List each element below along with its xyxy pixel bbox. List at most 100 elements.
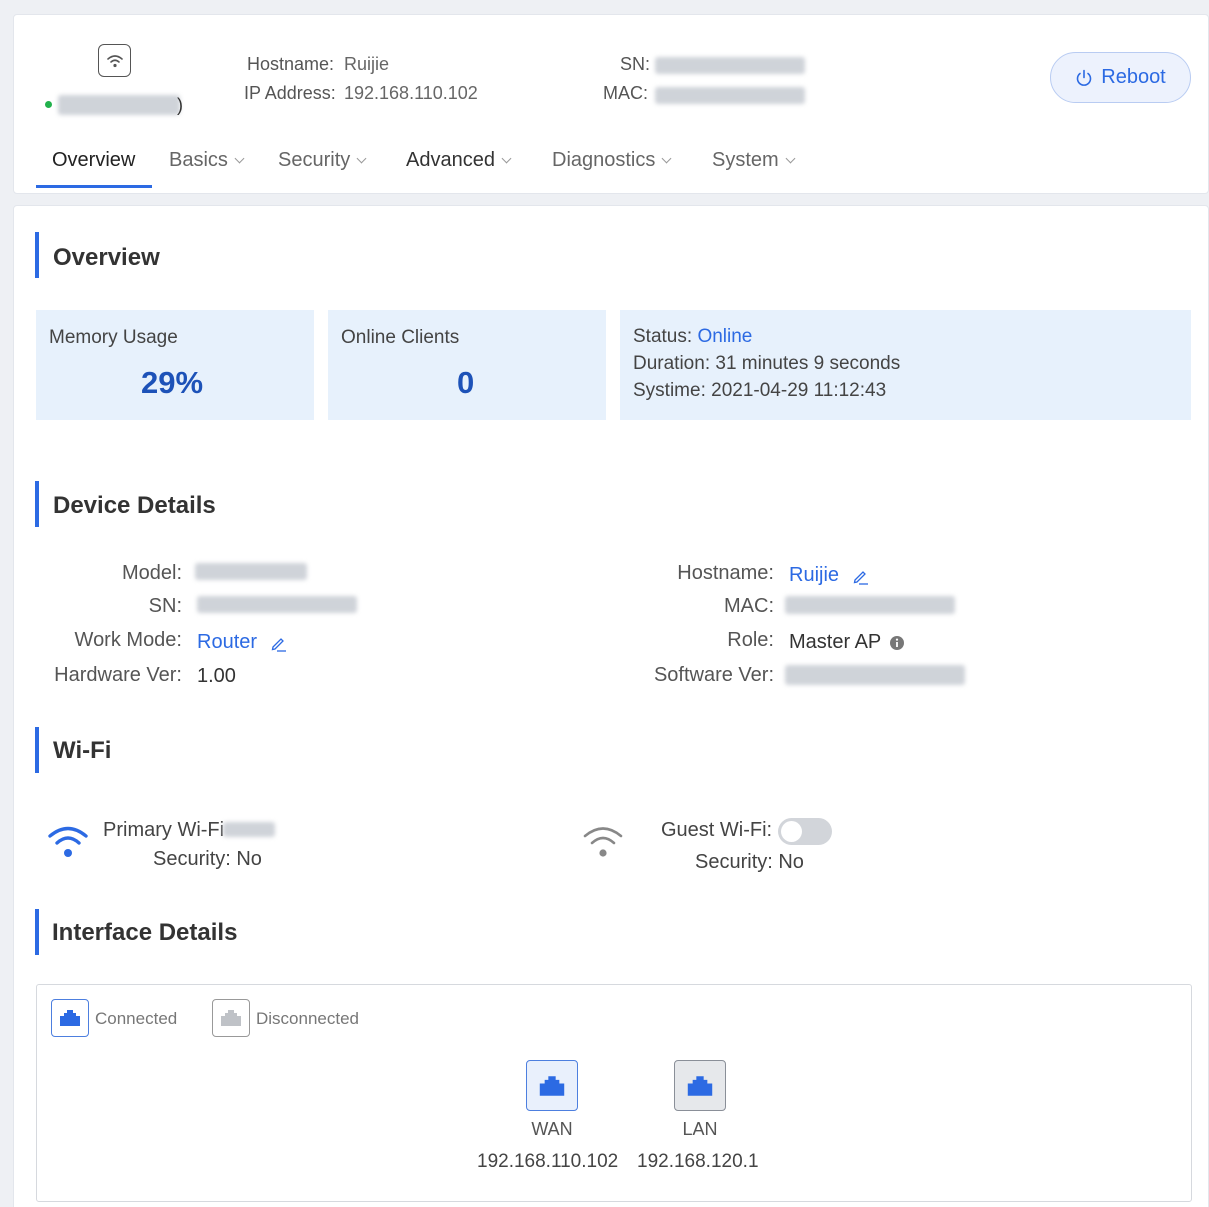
status-value: Online bbox=[697, 326, 753, 347]
header-ip-value: 192.168.110.102 bbox=[344, 83, 478, 103]
status-card: Status: Online Duration: 31 minutes 9 se… bbox=[620, 310, 1191, 420]
lan-port-ip: 192.168.120.1 bbox=[637, 1151, 759, 1172]
wan-port[interactable] bbox=[526, 1060, 578, 1111]
online-clients-card: Online Clients 0 bbox=[328, 310, 606, 420]
info-icon[interactable] bbox=[889, 635, 905, 651]
memory-usage-label: Memory Usage bbox=[49, 327, 178, 348]
primary-wifi-label: Primary Wi-Fi bbox=[103, 819, 225, 841]
role-value-group: Master AP bbox=[789, 631, 905, 654]
device-header: ) Hostname: Ruijie IP Address: 192.168.1… bbox=[13, 14, 1209, 194]
main-content: Overview Memory Usage 29% Online Clients… bbox=[13, 205, 1209, 1207]
wan-port-ip: 192.168.110.102 bbox=[477, 1151, 619, 1172]
work-mode-edit[interactable]: Router bbox=[197, 631, 287, 654]
section-marker bbox=[35, 909, 39, 955]
lan-port[interactable] bbox=[674, 1060, 726, 1111]
tab-basics[interactable]: Basics bbox=[169, 149, 245, 172]
primary-wifi-security: Security: No bbox=[153, 848, 262, 870]
router-device-icon bbox=[98, 44, 131, 77]
primary-ssid-redacted bbox=[223, 822, 275, 837]
chevron-down-icon bbox=[234, 153, 245, 164]
device-name-redacted bbox=[58, 95, 180, 115]
wifi-section-title: Wi-Fi bbox=[53, 737, 112, 764]
legend-connected: Connected bbox=[95, 1009, 178, 1028]
device-mac-label: MAC: bbox=[724, 595, 774, 617]
tab-security[interactable]: Security bbox=[278, 149, 367, 172]
status-line: Status: Online bbox=[633, 326, 752, 348]
duration-line: Duration: 31 minutes 9 seconds bbox=[633, 353, 900, 375]
section-marker bbox=[35, 232, 39, 278]
chevron-down-icon bbox=[501, 153, 512, 164]
memory-usage-value: 29% bbox=[141, 365, 204, 400]
model-label: Model: bbox=[121, 562, 182, 584]
header-sn-label: SN: bbox=[620, 54, 651, 74]
chevron-down-icon bbox=[661, 153, 672, 164]
sn-label: SN: bbox=[148, 595, 182, 617]
header-mac-label: MAC: bbox=[603, 83, 648, 103]
memory-usage-card: Memory Usage 29% bbox=[36, 310, 314, 420]
chevron-down-icon bbox=[356, 153, 367, 164]
role-label: Role: bbox=[727, 629, 774, 651]
hardware-ver-label: Hardware Ver: bbox=[54, 664, 182, 686]
power-icon bbox=[1076, 69, 1092, 86]
header-ip-label: IP Address: bbox=[244, 83, 336, 103]
systime-label: Systime: bbox=[633, 380, 706, 401]
legend-disconnected: Disconnected bbox=[256, 1009, 360, 1028]
tab-overview[interactable]: Overview bbox=[52, 149, 135, 172]
disconnected-port-icon bbox=[212, 999, 250, 1037]
header-sn-redacted bbox=[655, 57, 805, 74]
active-tab-indicator bbox=[36, 185, 152, 188]
role-value: Master AP bbox=[789, 631, 881, 653]
reboot-button[interactable]: Reboot bbox=[1050, 52, 1191, 103]
online-status-dot bbox=[45, 101, 52, 108]
tab-advanced-label: Advanced bbox=[406, 149, 495, 171]
software-ver-redacted bbox=[785, 665, 965, 685]
tab-diagnostics-label: Diagnostics bbox=[552, 149, 656, 171]
overview-section-title: Overview bbox=[53, 244, 160, 271]
lan-port-label: LAN bbox=[682, 1119, 718, 1139]
header-hostname-label: Hostname: bbox=[247, 54, 335, 74]
hardware-ver-value: 1.00 bbox=[197, 665, 236, 687]
duration-label: Duration: bbox=[633, 353, 711, 374]
edit-icon bbox=[271, 637, 286, 652]
guest-wifi-security: Security: No bbox=[695, 851, 804, 873]
primary-wifi-icon bbox=[47, 823, 89, 864]
wan-port-label: WAN bbox=[531, 1119, 573, 1139]
status-label: Status: bbox=[633, 326, 693, 347]
work-mode-label: Work Mode: bbox=[74, 629, 182, 651]
tab-advanced[interactable]: Advanced bbox=[406, 149, 512, 172]
online-clients-label: Online Clients bbox=[341, 327, 460, 348]
device-hostname-label: Hostname: bbox=[677, 562, 774, 584]
systime-value: 2021-04-29 11:12:43 bbox=[711, 380, 887, 401]
ethernet-port-icon bbox=[539, 1075, 565, 1096]
duration-value: 31 minutes 9 seconds bbox=[715, 353, 901, 374]
sn-value-redacted bbox=[197, 596, 357, 613]
device-mac-redacted bbox=[785, 596, 955, 614]
tab-diagnostics[interactable]: Diagnostics bbox=[552, 149, 672, 172]
online-clients-value: 0 bbox=[457, 365, 475, 400]
ethernet-port-icon bbox=[687, 1075, 713, 1096]
device-details-title: Device Details bbox=[53, 492, 216, 519]
tab-system[interactable]: System bbox=[712, 149, 796, 172]
header-hostname-value: Ruijie bbox=[344, 54, 390, 74]
guest-wifi-label: Guest Wi-Fi: bbox=[661, 819, 773, 841]
header-mac-redacted bbox=[655, 87, 805, 104]
systime-line: Systime: 2021-04-29 11:12:43 bbox=[633, 380, 886, 402]
tab-basics-label: Basics bbox=[169, 149, 228, 171]
chevron-down-icon bbox=[785, 153, 796, 164]
interface-details-title: Interface Details bbox=[52, 919, 238, 946]
tab-security-label: Security bbox=[278, 149, 351, 171]
reboot-label: Reboot bbox=[1101, 66, 1166, 88]
guest-wifi-toggle[interactable] bbox=[778, 818, 832, 845]
tab-system-label: System bbox=[712, 149, 779, 171]
device-name-suffix: ) bbox=[177, 95, 183, 115]
section-marker bbox=[35, 727, 39, 773]
tab-overview-label: Overview bbox=[52, 149, 136, 171]
work-mode-value: Router bbox=[197, 631, 258, 653]
interface-panel: Connected Disconnected WAN LAN 192.168.1… bbox=[36, 984, 1192, 1202]
device-hostname-value: Ruijie bbox=[789, 564, 840, 586]
connected-port-icon bbox=[51, 999, 89, 1037]
guest-wifi-icon bbox=[582, 823, 624, 864]
hostname-edit[interactable]: Ruijie bbox=[789, 564, 869, 587]
model-value-redacted bbox=[195, 563, 307, 580]
edit-icon bbox=[853, 570, 868, 585]
